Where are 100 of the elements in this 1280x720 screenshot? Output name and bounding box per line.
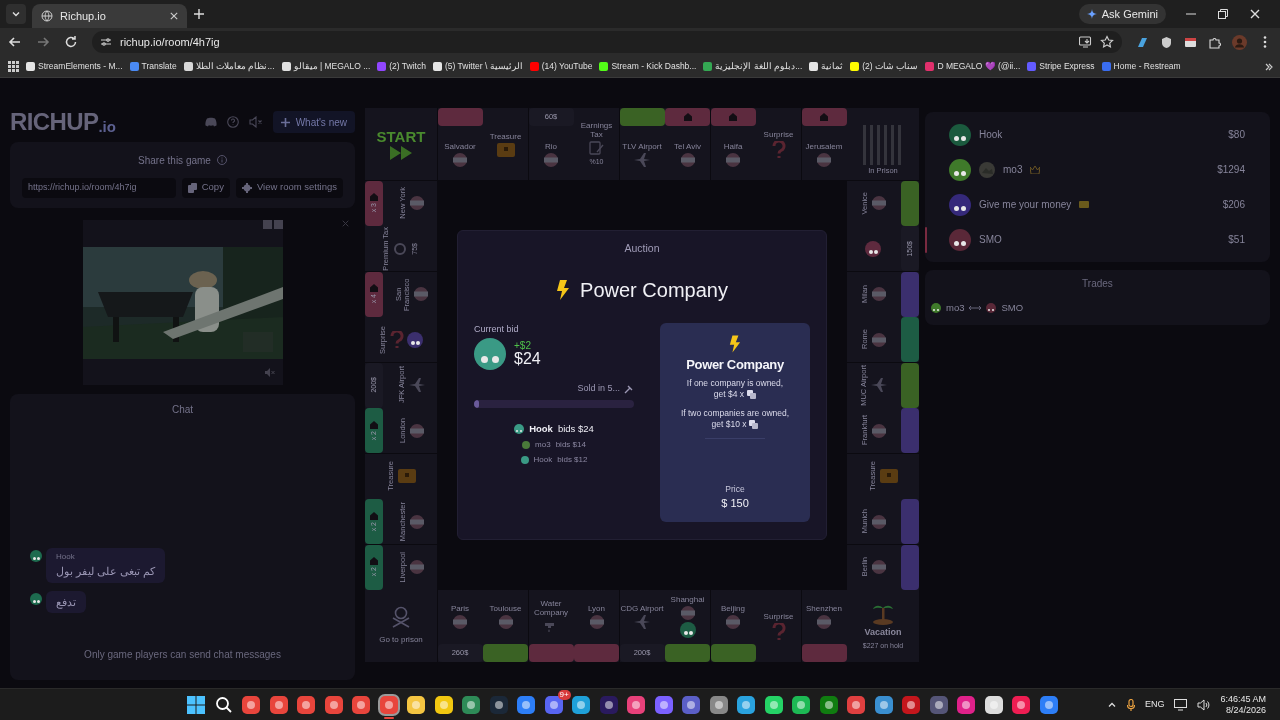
bookmark-link[interactable]: دبلوم اللغة الإنجليزية... xyxy=(703,60,803,73)
gavel-icon xyxy=(624,384,634,394)
app-icon[interactable] xyxy=(682,695,701,714)
chat-message: كم تبغى على ليفر بول xyxy=(56,564,156,580)
app-icon[interactable] xyxy=(1039,695,1058,714)
app-icon[interactable] xyxy=(434,695,453,714)
bookmark-link[interactable]: ميقالو | MEGALO ... xyxy=(281,60,371,73)
bookmark-link[interactable]: نظام معاملات الطلا... xyxy=(183,60,275,73)
close-window-icon[interactable] xyxy=(1250,9,1260,19)
app-icon[interactable] xyxy=(737,695,756,714)
star-icon[interactable] xyxy=(1100,35,1114,49)
tile-name: Toulouse xyxy=(489,603,522,613)
flag-icon xyxy=(871,560,886,574)
chest-icon xyxy=(879,469,898,483)
board-tile[interactable]: Treasure xyxy=(483,108,528,180)
network-icon[interactable] xyxy=(1174,698,1188,711)
bookmark-link[interactable]: (5) Twitter \ الرئيسية xyxy=(432,60,523,73)
board-tile[interactable]: Salvador xyxy=(437,108,483,180)
whats-new-button[interactable]: What's new xyxy=(272,111,355,133)
app-icon[interactable] xyxy=(847,695,866,714)
app-icon[interactable] xyxy=(297,695,316,714)
app-icon[interactable] xyxy=(462,695,481,714)
app-icon[interactable] xyxy=(792,695,811,714)
app-icon[interactable] xyxy=(269,695,288,714)
vacation-label: Vacation xyxy=(864,626,902,639)
app-icon[interactable] xyxy=(517,695,536,714)
restore-icon[interactable] xyxy=(1218,9,1228,19)
browser-tab[interactable]: Richup.io xyxy=(32,4,187,28)
app-icon[interactable] xyxy=(544,695,563,714)
bookmark-link[interactable]: (2) Twitch xyxy=(377,60,426,73)
bookmark-link[interactable]: ثمانية xyxy=(809,60,844,73)
apps-grid-icon[interactable] xyxy=(8,61,19,72)
board-tile[interactable]: Tel Aviv xyxy=(665,108,710,180)
board-tile[interactable]: Beijing xyxy=(710,590,756,662)
flag-icon xyxy=(726,614,740,629)
app-icon[interactable] xyxy=(957,695,976,714)
app-icon[interactable] xyxy=(489,695,508,714)
app-icon[interactable] xyxy=(819,695,838,714)
windows-start-icon[interactable] xyxy=(187,695,206,714)
app-icon[interactable] xyxy=(352,695,371,714)
shield-icon[interactable] xyxy=(1160,35,1173,49)
flag-icon xyxy=(498,614,513,629)
back-icon[interactable] xyxy=(8,35,22,49)
microphone-icon[interactable] xyxy=(1126,698,1135,711)
puzzle-icon[interactable] xyxy=(1208,35,1221,49)
room-settings-button[interactable]: View room settings xyxy=(235,177,343,198)
bookmark-link[interactable]: Stream - Kick Dashb... xyxy=(599,60,697,73)
bookmark-link[interactable]: D MEGALO 💜 (@ii... xyxy=(925,60,1021,73)
window-icon[interactable] xyxy=(1184,35,1197,49)
app-icon[interactable] xyxy=(984,695,1003,714)
app-icon[interactable] xyxy=(929,695,948,714)
copy-button[interactable]: Copy xyxy=(181,177,230,198)
app-icon[interactable] xyxy=(874,695,893,714)
board-tile[interactable]: Jerusalem xyxy=(801,108,847,180)
player-name: SMO xyxy=(979,233,1002,247)
url-field[interactable]: https://richup.io/room/4h7ig xyxy=(22,177,176,198)
bookmark-link[interactable]: StreamElements - M... xyxy=(26,60,123,73)
bookmark-link[interactable]: Translate xyxy=(129,60,177,73)
app-icon[interactable] xyxy=(407,695,426,714)
install-icon[interactable] xyxy=(1079,36,1092,48)
reload-icon[interactable] xyxy=(64,35,78,49)
board-tile[interactable]: Toulouse xyxy=(483,590,528,662)
tab-close-icon[interactable] xyxy=(170,12,178,20)
bookmark-link[interactable]: (2) سناب شات xyxy=(850,60,919,73)
tab-list-button[interactable] xyxy=(6,4,26,24)
address-bar[interactable]: richup.io/room/4h7ig xyxy=(92,31,1122,53)
board-tile[interactable]: Surprise xyxy=(756,108,801,180)
rent-rule: get $10 x xyxy=(711,419,747,431)
app-icon[interactable] xyxy=(572,695,591,714)
bookmark-link[interactable]: (14) YouTube xyxy=(529,60,593,73)
app-icon[interactable] xyxy=(1012,695,1031,714)
board-tile[interactable]: Water Company xyxy=(528,590,574,662)
app-icon[interactable] xyxy=(709,695,728,714)
more-bookmarks-icon[interactable] xyxy=(1264,61,1274,72)
app-icon[interactable] xyxy=(242,695,261,714)
app-icon[interactable] xyxy=(654,695,673,714)
app-icon[interactable] xyxy=(627,695,646,714)
app-icon[interactable] xyxy=(902,695,921,714)
board-tile[interactable]: Shenzhen xyxy=(801,590,847,662)
board-tile[interactable]: Shanghai xyxy=(665,590,710,662)
board-tile[interactable]: TLV Airport xyxy=(619,108,665,180)
forward-icon[interactable] xyxy=(36,35,50,49)
new-tab-icon[interactable] xyxy=(193,8,205,20)
board-tile[interactable]: Lyon xyxy=(574,590,619,662)
app-icon[interactable] xyxy=(324,695,343,714)
board-tile[interactable]: Surprise xyxy=(756,590,801,662)
volume-icon[interactable] xyxy=(1197,698,1211,711)
price-label: Price xyxy=(725,482,745,496)
clock-date[interactable]: 8/24/2026 xyxy=(1225,704,1266,716)
clock-time[interactable]: 6:46:45 AM xyxy=(1220,693,1266,705)
bookmark-link[interactable]: Stripe Express xyxy=(1027,60,1095,73)
ask-gemini-button[interactable]: Ask Gemini xyxy=(1078,4,1166,24)
player-money: $206 xyxy=(1222,198,1245,212)
extension-icon[interactable] xyxy=(1136,35,1149,49)
language-indicator[interactable]: ENG xyxy=(1144,697,1165,712)
board-tile[interactable]: Haifa xyxy=(710,108,756,180)
search-icon[interactable] xyxy=(214,695,233,714)
house-icon xyxy=(370,284,378,293)
bookmark-link[interactable]: Home - Restream xyxy=(1101,60,1181,73)
app-icon[interactable] xyxy=(764,695,783,714)
